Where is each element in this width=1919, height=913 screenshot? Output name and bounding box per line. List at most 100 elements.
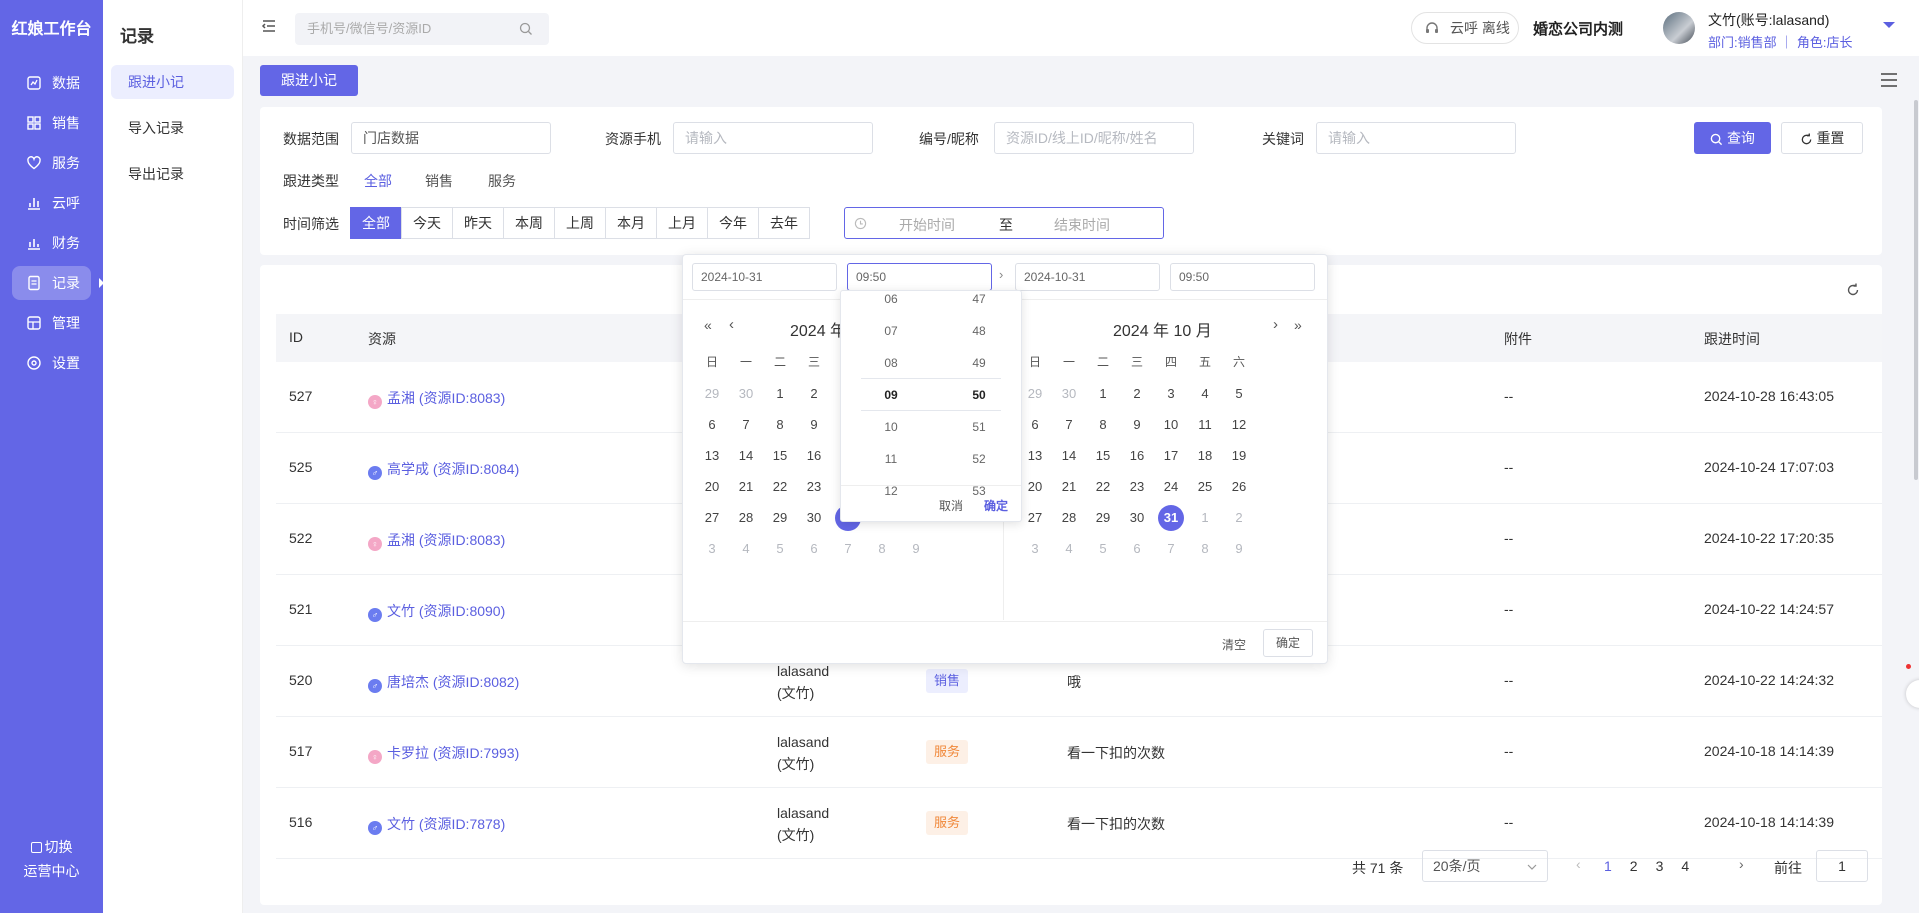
next-year-icon[interactable]: »: [1294, 317, 1302, 333]
calendar-day[interactable]: 9: [1226, 536, 1252, 562]
hours-column[interactable]: 06 07 08 09 10 11 12: [851, 291, 931, 507]
goto-input[interactable]: 1: [1816, 850, 1868, 882]
page-2[interactable]: 2: [1630, 858, 1638, 874]
switch-center-button[interactable]: 切换 运营中心: [0, 835, 103, 883]
calendar-day[interactable]: 6: [801, 536, 827, 562]
calendar-day[interactable]: 5: [767, 536, 793, 562]
calendar-day[interactable]: 8: [1090, 412, 1116, 438]
calendar-day[interactable]: 28: [733, 505, 759, 531]
confirm-button[interactable]: 确定: [1263, 629, 1313, 657]
calendar-day[interactable]: 30: [733, 381, 759, 407]
calendar-day[interactable]: 21: [733, 474, 759, 500]
calendar-day[interactable]: 3: [1158, 381, 1184, 407]
resource-link[interactable]: ♂ 文竹 (资源ID:7878): [368, 814, 505, 835]
calendar-day[interactable]: 2: [801, 381, 827, 407]
search-input[interactable]: 手机号/微信号/资源ID: [295, 13, 549, 45]
calendar-day[interactable]: 31: [1158, 505, 1184, 531]
calendar-day[interactable]: 1: [767, 381, 793, 407]
time-option[interactable]: 49: [939, 347, 1019, 379]
calendar-day[interactable]: 13: [1022, 443, 1048, 469]
calendar-day[interactable]: 17: [1158, 443, 1184, 469]
time-option[interactable]: 06: [851, 291, 931, 315]
clear-button[interactable]: 清空: [1222, 636, 1246, 653]
time-filter-4[interactable]: 上周: [554, 207, 606, 239]
resource-link[interactable]: ♂ 唐培杰 (资源ID:8082): [368, 672, 519, 693]
side-drawer-handle[interactable]: [1906, 680, 1919, 708]
time-cancel-button[interactable]: 取消: [939, 497, 963, 514]
calendar-day[interactable]: 30: [1056, 381, 1082, 407]
nav-item-0[interactable]: 数据: [12, 66, 91, 100]
resource-link[interactable]: ♀ 卡罗拉 (资源ID:7993): [368, 743, 519, 764]
resource-link[interactable]: ♂ 高学成 (资源ID:8084): [368, 459, 519, 480]
calendar-day[interactable]: 4: [1056, 536, 1082, 562]
calendar-day[interactable]: 16: [1124, 443, 1150, 469]
time-ok-button[interactable]: 确定: [984, 497, 1008, 514]
search-icon[interactable]: [519, 22, 533, 36]
calendar-day[interactable]: 12: [1226, 412, 1252, 438]
avatar[interactable]: [1663, 12, 1695, 44]
calendar-day[interactable]: 28: [1056, 505, 1082, 531]
next-month-icon[interactable]: ›: [1273, 316, 1278, 333]
calendar-day[interactable]: 29: [1022, 381, 1048, 407]
calendar-day[interactable]: 15: [767, 443, 793, 469]
page-4[interactable]: 4: [1681, 858, 1689, 874]
calendar-day[interactable]: 4: [1192, 381, 1218, 407]
time-filter-1[interactable]: 今天: [401, 207, 453, 239]
calendar-day[interactable]: 4: [733, 536, 759, 562]
time-option[interactable]: 47: [939, 291, 1019, 315]
id-input[interactable]: 资源ID/线上ID/昵称/姓名: [994, 122, 1194, 154]
time-option[interactable]: 12: [851, 475, 931, 507]
calendar-day[interactable]: 20: [699, 474, 725, 500]
calendar-day[interactable]: 25: [1192, 474, 1218, 500]
date-range-input[interactable]: 开始时间 至 结束时间: [844, 207, 1164, 239]
time-filter-5[interactable]: 本月: [605, 207, 657, 239]
next-page-icon[interactable]: ›: [1739, 856, 1744, 872]
time-option[interactable]: 48: [939, 315, 1019, 347]
page-size-select[interactable]: 20条/页: [1422, 850, 1548, 882]
calendar-day[interactable]: 29: [1090, 505, 1116, 531]
time-option[interactable]: 52: [939, 443, 1019, 475]
calendar-day[interactable]: 6: [699, 412, 725, 438]
time-option[interactable]: 10: [851, 411, 931, 443]
calendar-day[interactable]: 27: [699, 505, 725, 531]
calendar-day[interactable]: 5: [1090, 536, 1116, 562]
calendar-day[interactable]: 14: [1056, 443, 1082, 469]
calendar-day[interactable]: 29: [699, 381, 725, 407]
calendar-day[interactable]: 7: [733, 412, 759, 438]
time-filter-2[interactable]: 昨天: [452, 207, 504, 239]
time-option[interactable]: 08: [851, 347, 931, 379]
time-option[interactable]: 51: [939, 411, 1019, 443]
calendar-day[interactable]: 26: [1226, 474, 1252, 500]
calendar-day[interactable]: 5: [1226, 381, 1252, 407]
calendar-day[interactable]: 3: [1022, 536, 1048, 562]
calendar-day[interactable]: 18: [1192, 443, 1218, 469]
time-option[interactable]: 07: [851, 315, 931, 347]
calendar-day[interactable]: 29: [767, 505, 793, 531]
calendar-day[interactable]: 8: [767, 412, 793, 438]
calendar-day[interactable]: 10: [1158, 412, 1184, 438]
tab-follow-notes[interactable]: 跟进小记: [260, 65, 358, 96]
right-date-input[interactable]: 2024-10-31: [1015, 263, 1160, 291]
left-time-input[interactable]: 09:50: [847, 263, 992, 291]
prev-page-icon[interactable]: ‹: [1576, 856, 1581, 872]
cloud-call-status[interactable]: 云呼 离线: [1411, 12, 1519, 44]
calendar-day[interactable]: 9: [1124, 412, 1150, 438]
calendar-day[interactable]: 6: [1022, 412, 1048, 438]
reset-button[interactable]: 重置: [1781, 122, 1863, 154]
sub-item-follow-notes[interactable]: 跟进小记: [111, 65, 234, 99]
calendar-day[interactable]: 23: [801, 474, 827, 500]
nav-item-3[interactable]: 云呼: [12, 186, 91, 220]
resource-link[interactable]: ♀ 孟湘 (资源ID:8083): [368, 388, 505, 409]
calendar-day[interactable]: 3: [699, 536, 725, 562]
calendar-day[interactable]: 14: [733, 443, 759, 469]
refresh-icon[interactable]: [1846, 283, 1860, 297]
calendar-day[interactable]: 7: [1158, 536, 1184, 562]
query-button[interactable]: 查询: [1694, 122, 1771, 154]
nav-item-7[interactable]: 设置: [12, 346, 91, 380]
time-filter-6[interactable]: 上月: [656, 207, 708, 239]
calendar-day[interactable]: 7: [1056, 412, 1082, 438]
collapse-menu-icon[interactable]: [261, 18, 277, 34]
calendar-day[interactable]: 30: [1124, 505, 1150, 531]
resource-link[interactable]: ♂ 文竹 (资源ID:8090): [368, 601, 505, 622]
time-filter-0[interactable]: 全部: [350, 207, 402, 239]
